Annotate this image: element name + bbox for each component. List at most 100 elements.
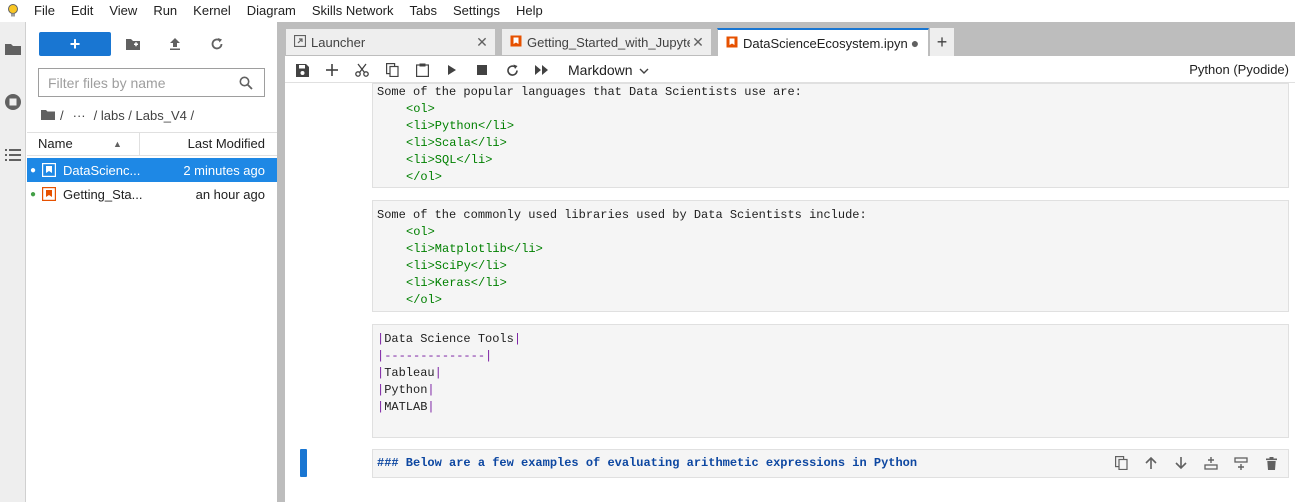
file-modified: 2 minutes ago	[183, 162, 265, 178]
file-row-datascience[interactable]: ● DataScienc... 2 minutes ago	[27, 158, 277, 182]
new-folder-icon[interactable]	[122, 34, 144, 54]
move-up-icon[interactable]	[1141, 453, 1161, 473]
notebook-icon	[510, 35, 522, 50]
cell-text: Some of the commonly used libraries used…	[377, 208, 867, 222]
notebook-icon	[39, 184, 59, 204]
cell-text: <ol>	[406, 102, 435, 116]
move-down-icon[interactable]	[1171, 453, 1191, 473]
menu-view[interactable]: View	[101, 0, 145, 22]
table-line: |Tableau|	[377, 365, 1284, 382]
running-indicator: ●	[29, 164, 37, 176]
cell-text: Tableau	[384, 366, 435, 380]
file-browser: + / ··· / labs / Labs_V4 / Name ▲ Last M…	[27, 22, 277, 502]
table-line: |--------------|	[377, 348, 1284, 365]
table-line: |Python|	[377, 382, 1284, 399]
breadcrumb-ellipsis[interactable]: ···	[73, 108, 86, 123]
menu-bar: File Edit View Run Kernel Diagram Skills…	[0, 0, 1295, 22]
cell-text: --------------	[384, 349, 486, 363]
running-icon[interactable]	[0, 89, 26, 115]
menu-settings[interactable]: Settings	[445, 0, 508, 22]
breadcrumb-root[interactable]: /	[60, 108, 64, 123]
file-name: DataScienc...	[63, 162, 141, 178]
file-modified: an hour ago	[195, 186, 265, 202]
tab-launcher[interactable]: Launcher ✕	[285, 28, 496, 56]
document-tab-bar: Launcher ✕ Getting_Started_with_Jupyter …	[285, 22, 1295, 56]
new-launcher-button[interactable]: +	[39, 32, 111, 56]
cell-text: MATLAB	[384, 400, 428, 414]
tab-label: Getting_Started_with_Jupyter	[527, 34, 690, 50]
markdown-cell-tools[interactable]: |Data Science Tools| |--------------| |Tab…	[372, 324, 1289, 438]
delete-cell-icon[interactable]	[1261, 453, 1281, 473]
menu-skills-network[interactable]: Skills Network	[304, 0, 402, 22]
name-column-header[interactable]: Name ▲	[27, 133, 140, 155]
upload-icon[interactable]	[164, 34, 186, 54]
cell-type-value: Markdown	[568, 62, 633, 78]
name-column-label: Name	[38, 136, 73, 151]
markdown-cell-languages[interactable]: Some of the popular languages that Data …	[372, 83, 1289, 188]
insert-above-icon[interactable]	[1201, 453, 1221, 473]
active-cell-marker[interactable]	[300, 449, 307, 477]
toc-icon[interactable]	[0, 142, 26, 168]
cut-icon[interactable]	[351, 59, 373, 81]
pipe-char: |	[427, 383, 435, 397]
cell-text: <ol>	[406, 225, 435, 239]
markdown-cell-libraries[interactable]: Some of the commonly used libraries used…	[372, 200, 1289, 312]
menu-run[interactable]: Run	[145, 0, 185, 22]
insert-cell-icon[interactable]	[321, 59, 343, 81]
last-modified-column-header[interactable]: Last Modified	[140, 133, 277, 155]
launcher-icon	[293, 34, 307, 50]
cell-type-select[interactable]: Markdown	[568, 59, 649, 81]
activity-bar	[0, 22, 26, 502]
tab-label: Launcher	[311, 34, 366, 50]
cell-text: <li>Matplotlib</li>	[406, 242, 543, 256]
pipe-char: |	[513, 332, 522, 346]
close-icon[interactable]: ✕	[690, 34, 706, 51]
menu-help[interactable]: Help	[508, 0, 551, 22]
unsaved-indicator-icon[interactable]: ●	[907, 35, 923, 51]
file-browser-toolbar: +	[27, 22, 277, 66]
duplicate-cell-icon[interactable]	[1111, 453, 1131, 473]
tab-datascience-ecosystem[interactable]: DataScienceEcosystem.ipynb ●	[717, 28, 929, 56]
refresh-icon[interactable]	[206, 34, 228, 54]
kernel-name[interactable]: Python (Pyodide)	[1189, 59, 1289, 81]
cell-text: </ol>	[406, 293, 443, 307]
file-row-getting-started[interactable]: ● Getting_Sta... an hour ago	[27, 182, 277, 206]
run-icon[interactable]	[441, 59, 463, 81]
home-folder-icon[interactable]	[41, 108, 55, 123]
tab-getting-started[interactable]: Getting_Started_with_Jupyter ✕	[501, 28, 712, 56]
menu-file[interactable]: File	[26, 0, 63, 22]
cell-text: <li>Scala</li>	[406, 136, 507, 150]
menu-tabs[interactable]: Tabs	[402, 0, 445, 22]
stop-icon[interactable]	[471, 59, 493, 81]
breadcrumb-path[interactable]: / labs / Labs_V4 /	[94, 108, 194, 123]
paste-icon[interactable]	[411, 59, 433, 81]
sort-ascending-icon: ▲	[113, 139, 122, 149]
cell-text: <li>Python</li>	[406, 119, 515, 133]
cell-text: <li>SciPy</li>	[406, 259, 507, 273]
file-list-header: Name ▲ Last Modified	[27, 132, 277, 156]
cell-text: Python	[384, 383, 428, 397]
notebook-toolbar: Markdown Python (Pyodide)	[285, 56, 1295, 83]
filter-files-input[interactable]	[39, 74, 234, 91]
menu-kernel[interactable]: Kernel	[185, 0, 239, 22]
save-icon[interactable]	[291, 59, 313, 81]
pipe-char: |	[427, 400, 435, 414]
cell-text: <li>SQL</li>	[406, 153, 493, 167]
search-icon[interactable]	[234, 76, 258, 90]
tab-label: DataScienceEcosystem.ipynb	[743, 35, 907, 51]
copy-icon[interactable]	[381, 59, 403, 81]
panel-splitter[interactable]	[277, 22, 285, 502]
jupyter-logo-icon	[0, 0, 26, 22]
menu-diagram[interactable]: Diagram	[239, 0, 304, 22]
add-tab-button[interactable]: +	[930, 28, 954, 56]
close-icon[interactable]: ✕	[474, 34, 490, 51]
chevron-down-icon	[639, 59, 649, 81]
menu-edit[interactable]: Edit	[63, 0, 101, 22]
filter-files-box	[38, 68, 265, 97]
folder-icon[interactable]	[0, 36, 26, 62]
notebook-icon	[726, 36, 738, 51]
file-name: Getting_Sta...	[63, 186, 143, 202]
insert-below-icon[interactable]	[1231, 453, 1251, 473]
fast-forward-icon[interactable]	[531, 59, 553, 81]
restart-icon[interactable]	[501, 59, 523, 81]
